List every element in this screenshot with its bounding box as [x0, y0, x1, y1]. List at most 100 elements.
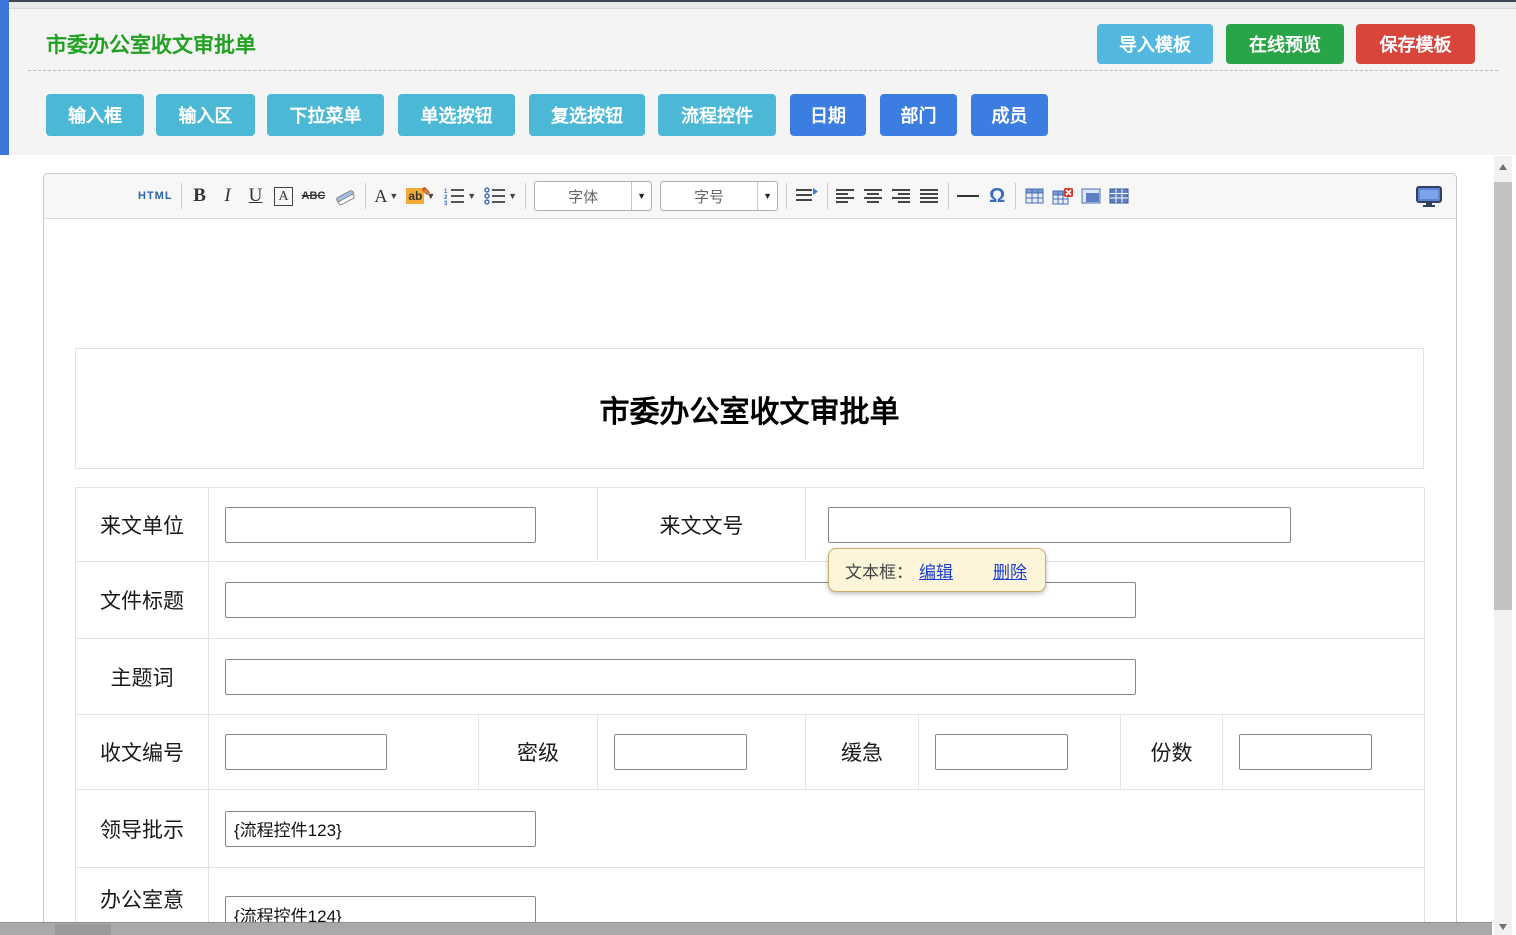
table-icon — [1025, 188, 1044, 204]
italic-button[interactable]: I — [218, 181, 238, 211]
delete-control-link[interactable]: 删除 — [993, 558, 1027, 583]
add-date-button[interactable]: 日期 — [790, 94, 866, 136]
align-center-button[interactable] — [864, 181, 884, 211]
laiwen-wenhao-input[interactable] — [828, 507, 1291, 543]
chevron-down-icon: ▼ — [389, 191, 398, 201]
miji-input[interactable] — [614, 734, 747, 770]
special-char-button[interactable]: Ω — [987, 181, 1007, 211]
table-row: 主题词 — [76, 639, 1425, 715]
field-label: 来文文号 — [598, 488, 806, 562]
monitor-icon — [1416, 186, 1442, 207]
field-label: 来文单位 — [76, 488, 209, 562]
add-member-button[interactable]: 成员 — [971, 94, 1048, 136]
huanji-input[interactable] — [935, 734, 1068, 770]
cell-properties-button[interactable] — [1109, 181, 1129, 211]
window-top-strip — [0, 2, 1516, 9]
table-row: 领导批示 — [76, 790, 1425, 868]
zhutici-input[interactable] — [225, 659, 1136, 695]
unordered-list-icon — [484, 187, 506, 205]
control-action-tooltip: 文本框： 编辑 删除 — [828, 548, 1046, 592]
toolbar-separator — [181, 183, 182, 209]
laiwen-danwei-input[interactable] — [225, 507, 536, 543]
ordered-list-icon: 1 2 3 — [443, 187, 465, 205]
toolbar-separator — [948, 183, 949, 209]
align-center-icon — [864, 188, 884, 204]
field-label: 缓急 — [806, 715, 919, 790]
toolbar-separator — [827, 183, 828, 209]
horizontal-rule-icon — [957, 195, 979, 197]
align-right-icon — [892, 188, 912, 204]
align-left-button[interactable] — [836, 181, 856, 211]
field-label: 收文编号 — [76, 715, 209, 790]
editor-content[interactable]: 市委办公室收文审批单 来文单位 来文文号 文件标题 主 — [44, 348, 1456, 935]
bold-button[interactable]: B — [190, 181, 210, 211]
align-justify-icon — [920, 188, 940, 204]
add-input-box-button[interactable]: 输入框 — [46, 94, 144, 136]
rich-text-editor: HTML B I U A ABC A▼ ab✎▼ 1 2 — [43, 173, 1457, 935]
align-left-icon — [836, 188, 856, 204]
table-cells-icon — [1109, 188, 1129, 204]
align-right-button[interactable] — [892, 181, 912, 211]
chevron-down-icon: ▼ — [508, 191, 517, 201]
import-template-button[interactable]: 导入模板 — [1097, 24, 1213, 64]
lingdao-pishi-input[interactable] — [225, 811, 536, 847]
form-title: 市委办公室收文审批单 — [600, 387, 900, 431]
insert-table-button[interactable] — [1024, 181, 1044, 211]
save-template-button[interactable]: 保存模板 — [1356, 24, 1475, 64]
indent-icon — [795, 187, 819, 205]
strikethrough-button[interactable]: ABC — [302, 181, 326, 211]
vertical-scrollbar[interactable] — [1494, 156, 1512, 935]
field-label: 文件标题 — [76, 562, 209, 639]
window-bottom-edge — [0, 922, 1492, 935]
table-properties-button[interactable] — [1081, 181, 1101, 211]
add-flow-control-button[interactable]: 流程控件 — [658, 94, 776, 136]
fenshu-input[interactable] — [1239, 734, 1372, 770]
format-button[interactable]: A — [274, 181, 294, 211]
add-textarea-button[interactable]: 输入区 — [156, 94, 255, 136]
unordered-list-button[interactable]: ▼ — [484, 181, 517, 211]
online-preview-button[interactable]: 在线预览 — [1226, 24, 1344, 64]
add-checkbox-button[interactable]: 复选按钮 — [529, 94, 645, 136]
edit-control-link[interactable]: 编辑 — [919, 558, 953, 583]
pencil-icon: ✎ — [421, 184, 431, 200]
toolbar-separator — [1015, 183, 1016, 209]
add-dropdown-button[interactable]: 下拉菜单 — [267, 94, 384, 136]
table-row: 来文单位 来文文号 — [76, 488, 1425, 562]
scroll-down-arrow-icon[interactable] — [1499, 924, 1507, 930]
font-size-select[interactable]: 字号 ▼ — [660, 181, 778, 211]
table-frame-icon — [1081, 188, 1101, 204]
indent-button[interactable] — [795, 181, 819, 211]
align-justify-button[interactable] — [920, 181, 940, 211]
font-family-select[interactable]: 字体 ▼ — [534, 181, 652, 211]
highlight-color-button[interactable]: ab✎▼ — [406, 181, 435, 211]
template-designer-page: 市委办公室收文审批单 导入模板 在线预览 保存模板 输入框 输入区 下拉菜单 单… — [0, 0, 1516, 935]
font-size-label: 字号 — [661, 182, 757, 210]
eraser-icon — [333, 186, 357, 206]
editor-toolbar: HTML B I U A ABC A▼ ab✎▼ 1 2 — [44, 174, 1456, 219]
add-department-button[interactable]: 部门 — [880, 94, 957, 136]
table-row: 文件标题 — [76, 562, 1425, 639]
html-source-button[interactable]: HTML — [138, 181, 173, 211]
svg-text:3: 3 — [444, 201, 448, 205]
chevron-down-icon: ▼ — [631, 182, 651, 210]
remove-format-button[interactable] — [333, 181, 357, 211]
field-label: 主题词 — [76, 639, 209, 715]
scroll-up-arrow-icon[interactable] — [1499, 164, 1507, 170]
field-label: 密级 — [479, 715, 598, 790]
horizontal-rule-button[interactable] — [957, 181, 979, 211]
horizontal-scrollbar-thumb[interactable] — [55, 924, 111, 935]
shouwen-bianhao-input[interactable] — [225, 734, 387, 770]
scrollbar-thumb[interactable] — [1494, 182, 1512, 610]
page-title: 市委办公室收文审批单 — [46, 29, 256, 59]
toolbar-separator — [365, 183, 366, 209]
fullscreen-button[interactable] — [1416, 181, 1442, 211]
ordered-list-button[interactable]: 1 2 3 ▼ — [443, 181, 476, 211]
add-radio-button[interactable]: 单选按钮 — [398, 94, 515, 136]
font-family-label: 字体 — [535, 182, 631, 210]
delete-table-button[interactable] — [1052, 181, 1073, 211]
underline-button[interactable]: U — [246, 181, 266, 211]
chevron-down-icon: ▼ — [467, 191, 476, 201]
font-color-button[interactable]: A▼ — [374, 181, 398, 211]
table-row: 收文编号 密级 缓急 份数 — [76, 715, 1425, 790]
highlight-icon: ab✎ — [406, 188, 424, 204]
